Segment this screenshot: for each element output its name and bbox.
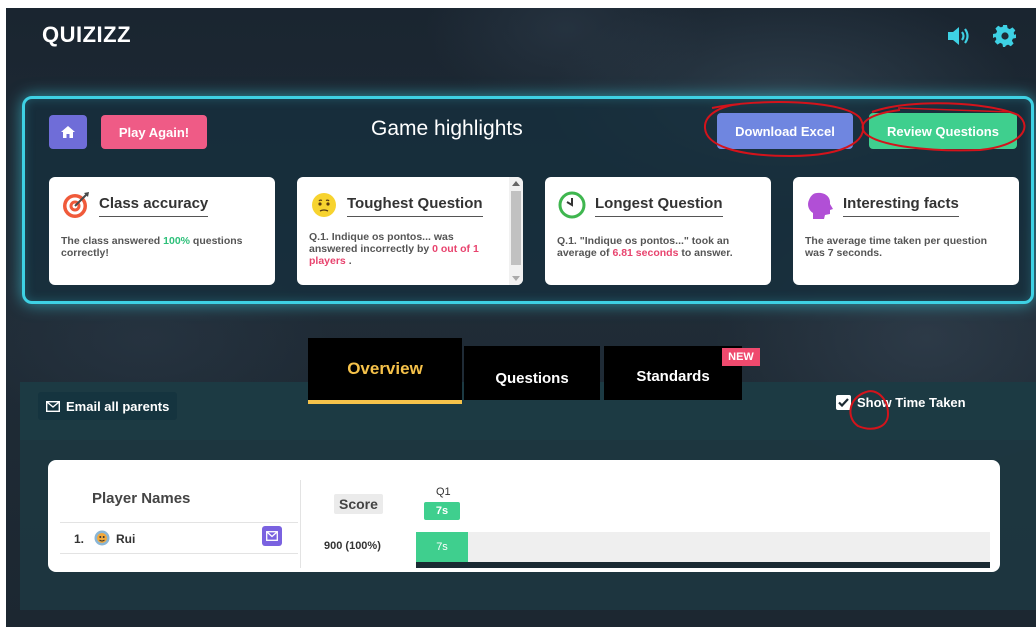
player-name[interactable]: Rui [116, 532, 135, 546]
column-divider [300, 480, 301, 568]
longest-question-card: Longest Question Q.1. "Indique os pontos… [545, 177, 771, 285]
class-accuracy-card: Class accuracy The class answered 100% q… [49, 177, 275, 285]
card-scrollbar[interactable] [509, 177, 523, 285]
player-names-header: Player Names [92, 490, 191, 507]
head-icon [808, 192, 833, 219]
scroll-down-arrow-icon[interactable] [512, 276, 520, 281]
sweat-face-icon [312, 193, 336, 217]
card-text: The class answered 100% questions correc… [61, 235, 243, 259]
home-button[interactable] [49, 115, 87, 149]
scroll-thumb[interactable] [511, 191, 521, 265]
new-badge: NEW [722, 348, 760, 366]
card-title: Class accuracy [99, 195, 209, 217]
card-text: Q.1. "Indique os pontos..." took an aver… [557, 235, 733, 259]
card-title: Interesting facts [843, 195, 959, 217]
play-again-button[interactable]: Play Again! [101, 115, 207, 149]
mail-icon [266, 531, 278, 541]
speaker-icon[interactable] [946, 24, 972, 48]
card-title: Toughest Question [347, 195, 483, 217]
email-parent-button[interactable] [262, 526, 282, 546]
game-highlights-title: Game highlights [371, 117, 523, 140]
card-text: Q.1. Indique os pontos... was answered i… [309, 231, 479, 267]
avatar [94, 530, 110, 546]
score-header: Score [334, 494, 383, 514]
target-icon [63, 192, 89, 218]
card-text: The average time taken per question was … [805, 235, 988, 259]
interesting-facts-card: Interesting facts The average time taken… [793, 177, 1019, 285]
card-title: Longest Question [595, 195, 723, 217]
divider [60, 553, 298, 554]
game-highlights-panel: Play Again! Game highlights Download Exc… [22, 96, 1034, 304]
divider [60, 522, 298, 523]
scroll-up-arrow-icon[interactable] [512, 181, 520, 186]
tab-overview[interactable]: Overview [308, 338, 462, 404]
response-cell[interactable]: 7s [416, 532, 468, 562]
question-label[interactable]: Q1 [436, 486, 451, 498]
toughest-question-card: Toughest Question Q.1. Indique os pontos… [297, 177, 523, 285]
home-icon [61, 126, 75, 138]
checkmark-icon [838, 398, 849, 407]
download-excel-button[interactable]: Download Excel [717, 113, 853, 149]
clock-icon [558, 191, 586, 219]
show-time-taken-toggle[interactable]: Show Time Taken [836, 395, 966, 410]
row-index: 1. [74, 532, 85, 546]
gear-icon[interactable] [992, 24, 1018, 48]
tab-questions[interactable]: Questions [464, 346, 600, 400]
show-time-taken-label: Show Time Taken [857, 395, 966, 410]
question-avg-time: 7s [424, 502, 460, 520]
results-table: Player Names 1. Rui Score 900 (100%) Q1 … [48, 460, 1000, 572]
review-questions-button[interactable]: Review Questions [869, 113, 1017, 149]
response-track [416, 532, 990, 562]
email-all-parents-button[interactable]: Email all parents [38, 392, 178, 420]
quizizz-logo[interactable]: QUIZIZZ [42, 22, 131, 48]
show-time-checkbox[interactable] [836, 395, 851, 410]
mail-icon [46, 400, 60, 412]
player-score: 900 (100%) [324, 540, 381, 552]
response-track-base [416, 562, 990, 568]
